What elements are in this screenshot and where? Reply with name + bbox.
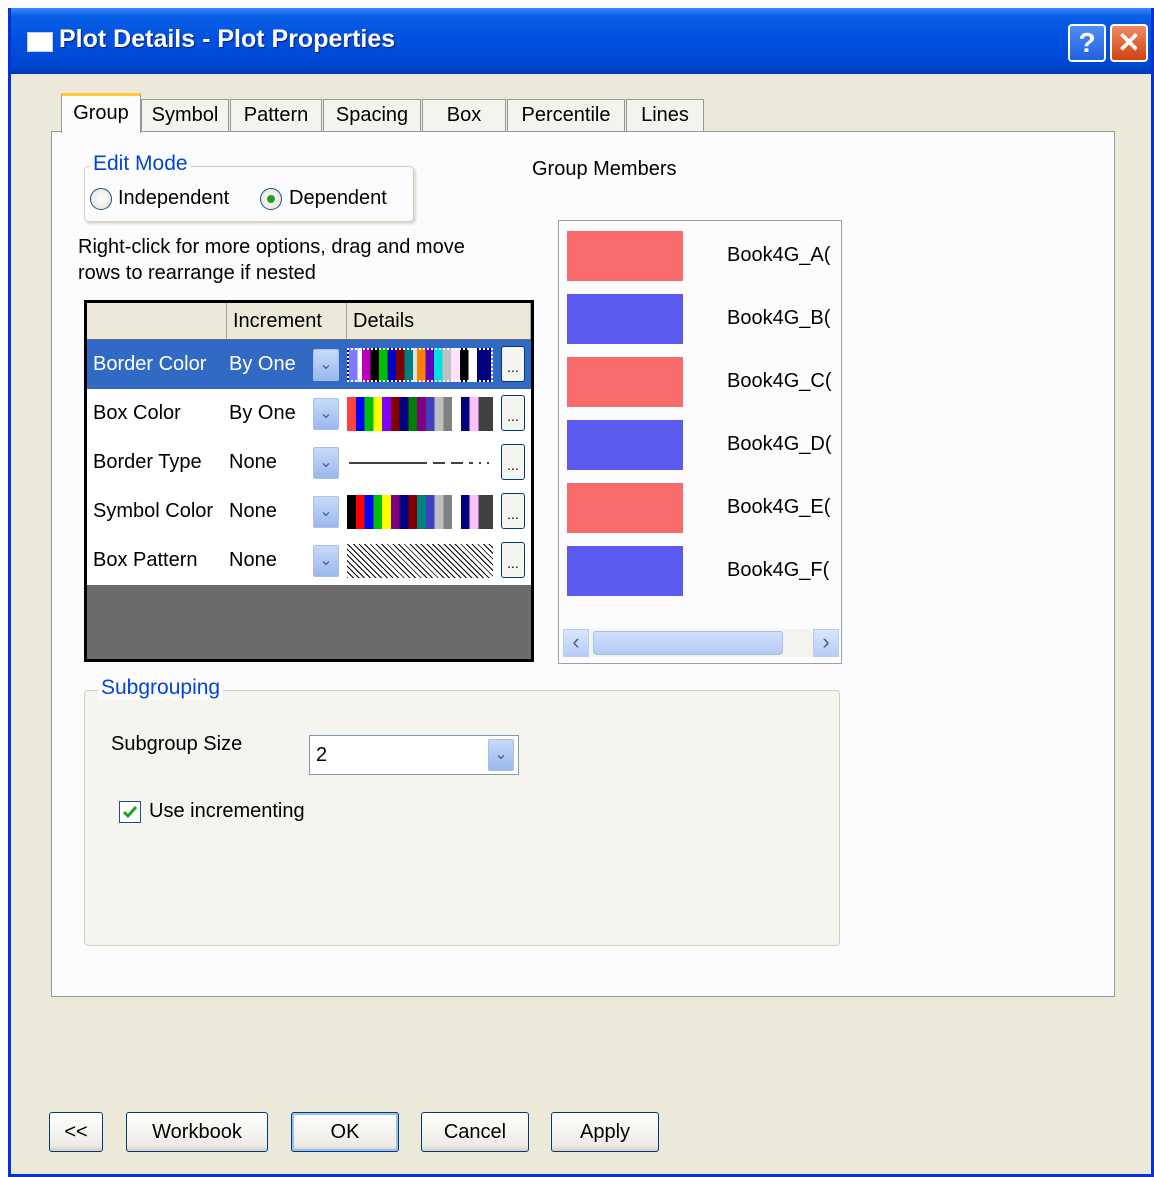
member-swatch [567,357,683,407]
row-increment[interactable]: None [229,487,277,536]
help-button[interactable]: ? [1068,24,1106,62]
grid-row-box-color[interactable]: Box Color By One ⌄ ... [87,389,531,438]
subgroup-size-dropdown[interactable]: 2 ⌄ [309,735,519,775]
increment-dropdown-icon[interactable]: ⌄ [313,398,339,430]
tab-lines[interactable]: Lines [626,99,704,131]
apply-button[interactable]: Apply [551,1112,659,1152]
border-color-ellipsis-button[interactable]: ... [501,346,525,382]
use-incrementing-checkbox[interactable] [119,801,141,823]
tab-group[interactable]: Group [61,93,141,133]
box-pattern-swatch[interactable] [347,544,493,578]
member-name[interactable]: Book4G_E( [727,496,830,519]
member-swatch [567,546,683,596]
scroll-left-icon[interactable]: ‹ [563,629,589,657]
scroll-thumb[interactable] [593,631,783,655]
border-type-ellipsis-button[interactable]: ... [501,444,525,480]
workbook-button[interactable]: Workbook [126,1112,268,1152]
row-name: Box Color [93,402,181,424]
grid-row-symbol-color[interactable]: Symbol Color None ⌄ ... [87,487,531,536]
grid-header-increment: Increment [227,303,347,339]
member-name[interactable]: Book4G_B( [727,307,830,330]
row-increment[interactable]: None [229,536,277,585]
close-button[interactable]: ✕ [1110,24,1148,62]
row-name: Box Pattern [93,549,198,571]
symbol-color-swatch[interactable] [347,495,493,529]
box-pattern-ellipsis-button[interactable]: ... [501,542,525,578]
scroll-right-icon[interactable]: › [813,629,839,657]
border-color-swatch[interactable] [347,348,493,382]
tab-percentile[interactable]: Percentile [507,99,625,131]
title-bar[interactable]: Plot Details - Plot Properties ? ✕ [11,8,1151,74]
tab-symbol[interactable]: Symbol [141,99,229,131]
hint-line-1: Right-click for more options, drag and m… [78,236,465,258]
row-increment[interactable]: By One [229,340,296,389]
window-icon [27,32,53,52]
row-name: Border Color [93,353,207,375]
checkmark-icon [122,806,138,819]
subgrouping-label: Subgrouping [98,676,224,700]
independent-label[interactable]: Independent [118,187,229,210]
grid-header-details: Details [347,303,531,339]
member-swatch [567,483,683,533]
row-increment[interactable]: None [229,438,277,487]
subgroup-size-label: Subgroup Size [111,733,243,755]
dependent-label[interactable]: Dependent [289,187,387,210]
increment-dropdown-icon[interactable]: ⌄ [313,545,339,577]
row-name: Symbol Color [93,500,214,522]
use-incrementing-label[interactable]: Use incrementing [149,800,305,823]
member-name[interactable]: Book4G_D( [727,433,832,456]
member-swatch [567,294,683,344]
row-increment[interactable]: By One [229,389,296,438]
symbol-color-ellipsis-button[interactable]: ... [501,493,525,529]
tab-spacing[interactable]: Spacing [323,99,421,131]
chevron-down-icon[interactable]: ⌄ [488,739,514,771]
group-members-list[interactable]: Book4G_A( Book4G_B( Book4G_C( Book4G_D( … [558,220,842,664]
increment-dropdown-icon[interactable]: ⌄ [313,447,339,479]
grid-row-border-color[interactable]: Border Color By One ⌄ ... [87,340,531,389]
increment-dropdown-icon[interactable]: ⌄ [313,349,339,381]
increment-grid[interactable]: Increment Details Border Color By One ⌄ … [84,300,534,662]
ok-button[interactable]: OK [291,1112,399,1152]
horizontal-scrollbar[interactable]: ‹ › [563,629,839,657]
tab-panel-group: Edit Mode Independent Dependent Right-cl… [51,131,1115,997]
member-swatch [567,420,683,470]
collapse-button[interactable]: << [49,1112,103,1152]
border-type-swatch[interactable] [347,446,493,480]
grid-header-name [87,303,227,339]
grid-row-border-type[interactable]: Border Type None ⌄ ... [87,438,531,487]
grid-row-box-pattern[interactable]: Box Pattern None ⌄ ... [87,536,531,585]
edit-mode-label: Edit Mode [90,152,191,176]
row-name: Border Type [93,451,202,473]
member-name[interactable]: Book4G_C( [727,370,832,393]
increment-dropdown-icon[interactable]: ⌄ [313,496,339,528]
dependent-radio[interactable] [260,188,282,210]
member-swatch [567,231,683,281]
group-members-label: Group Members [532,158,677,180]
box-color-swatch[interactable] [347,397,493,431]
tab-box[interactable]: Box [422,99,506,131]
subgroup-size-value: 2 [316,744,328,766]
cancel-button[interactable]: Cancel [421,1112,529,1152]
member-name[interactable]: Book4G_F( [727,559,829,582]
tab-pattern[interactable]: Pattern [230,99,322,131]
subgrouping-groupbox: Subgroup Size 2 ⌄ Use incrementing [84,690,840,946]
box-color-ellipsis-button[interactable]: ... [501,395,525,431]
plot-details-dialog: Plot Details - Plot Properties ? ✕ Group… [8,8,1154,1177]
hint-line-2: rows to rearrange if nested [78,262,316,284]
member-name[interactable]: Book4G_A( [727,244,830,267]
window-title: Plot Details - Plot Properties [59,25,396,53]
independent-radio[interactable] [90,188,112,210]
